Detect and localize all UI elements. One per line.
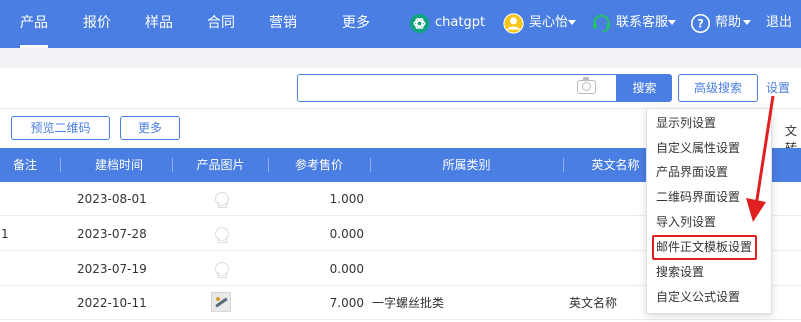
header-band [0, 48, 801, 68]
support-chevron-down-icon[interactable] [668, 20, 676, 25]
settings-dropdown-menu: 显示列设置 自定义属性设置 产品界面设置 二维码界面设置 导入列设置 邮件正文模… [646, 108, 772, 314]
menu-item-product-interface[interactable]: 产品界面设置 [656, 162, 728, 182]
image-placeholder-icon[interactable] [215, 227, 229, 243]
user-name[interactable]: 吴心怡 [529, 14, 568, 32]
headset-icon[interactable] [591, 13, 612, 34]
col-header-remark[interactable]: 备注 [0, 148, 50, 182]
menu-item-search-settings[interactable]: 搜索设置 [656, 262, 704, 282]
nav-tab-contracts[interactable]: 合同 [207, 0, 235, 48]
menu-item-qr-interface[interactable]: 二维码界面设置 [656, 187, 740, 207]
more-button[interactable]: 更多 [120, 116, 180, 140]
camera-icon[interactable] [577, 77, 596, 94]
preview-qr-button[interactable]: 预览二维码 [11, 116, 110, 140]
nav-tab-more[interactable]: 更多 [342, 0, 370, 48]
help-link[interactable]: 帮助 [715, 14, 741, 32]
search-button[interactable]: 搜索 [617, 74, 672, 102]
settings-link[interactable]: 设置 [766, 79, 790, 96]
image-placeholder-icon[interactable] [215, 192, 229, 208]
nav-tab-products[interactable]: 产品 [20, 0, 48, 48]
openai-icon[interactable] [409, 13, 430, 34]
help-circle-icon[interactable]: ? [690, 13, 711, 34]
user-chevron-down-icon[interactable] [568, 20, 576, 25]
col-header-created-date[interactable]: 建档时间 [65, 148, 173, 182]
nav-tab-marketing[interactable]: 营销 [269, 0, 297, 48]
search-input[interactable] [297, 74, 617, 102]
cell-price: 1.000 [329, 192, 364, 206]
cell-category: 一字螺丝批类 [372, 296, 445, 310]
svg-text:?: ? [697, 16, 704, 30]
support-link[interactable]: 联系客服 [616, 14, 668, 32]
highlight-box [652, 235, 757, 260]
cell-created-date: 2023-07-28 [77, 227, 147, 241]
logout-link[interactable]: 退出 [766, 14, 792, 32]
advanced-search-button[interactable]: 高级搜索 [678, 74, 758, 102]
col-header-category[interactable]: 所属类别 [370, 148, 563, 182]
menu-item-custom-formula[interactable]: 自定义公式设置 [656, 287, 740, 307]
col-header-product-image[interactable]: 产品图片 [173, 148, 268, 182]
menu-item-custom-attributes[interactable]: 自定义属性设置 [656, 138, 740, 158]
col-header-reference-price[interactable]: 参考售价 [268, 148, 370, 182]
user-avatar-icon[interactable] [503, 13, 524, 34]
nav-tab-quotes[interactable]: 报价 [83, 0, 111, 48]
menu-item-import-columns[interactable]: 导入列设置 [656, 212, 716, 232]
menu-item-display-columns[interactable]: 显示列设置 [656, 113, 716, 133]
cell-created-date: 2023-07-19 [77, 262, 147, 276]
product-thumbnail[interactable] [211, 292, 231, 312]
column-separator [60, 158, 61, 172]
image-placeholder-icon[interactable] [215, 262, 229, 278]
cell-price: 7.000 [329, 296, 364, 310]
cell-price: 0.000 [329, 262, 364, 276]
cell-remark: 1 [1, 227, 9, 241]
cell-created-date: 2022-10-11 [77, 296, 147, 310]
chatgpt-link[interactable]: chatgpt [435, 14, 485, 32]
cell-price: 0.000 [329, 227, 364, 241]
cell-english-name: 英文名称 [569, 296, 618, 310]
cell-created-date: 2023-08-01 [77, 192, 147, 206]
top-nav-bar: 产品 报价 样品 合同 营销 更多 chatgpt 吴心怡 联系客服 ? 帮助 … [0, 0, 801, 48]
nav-tab-samples[interactable]: 样品 [145, 0, 173, 48]
help-chevron-down-icon[interactable] [743, 20, 751, 25]
